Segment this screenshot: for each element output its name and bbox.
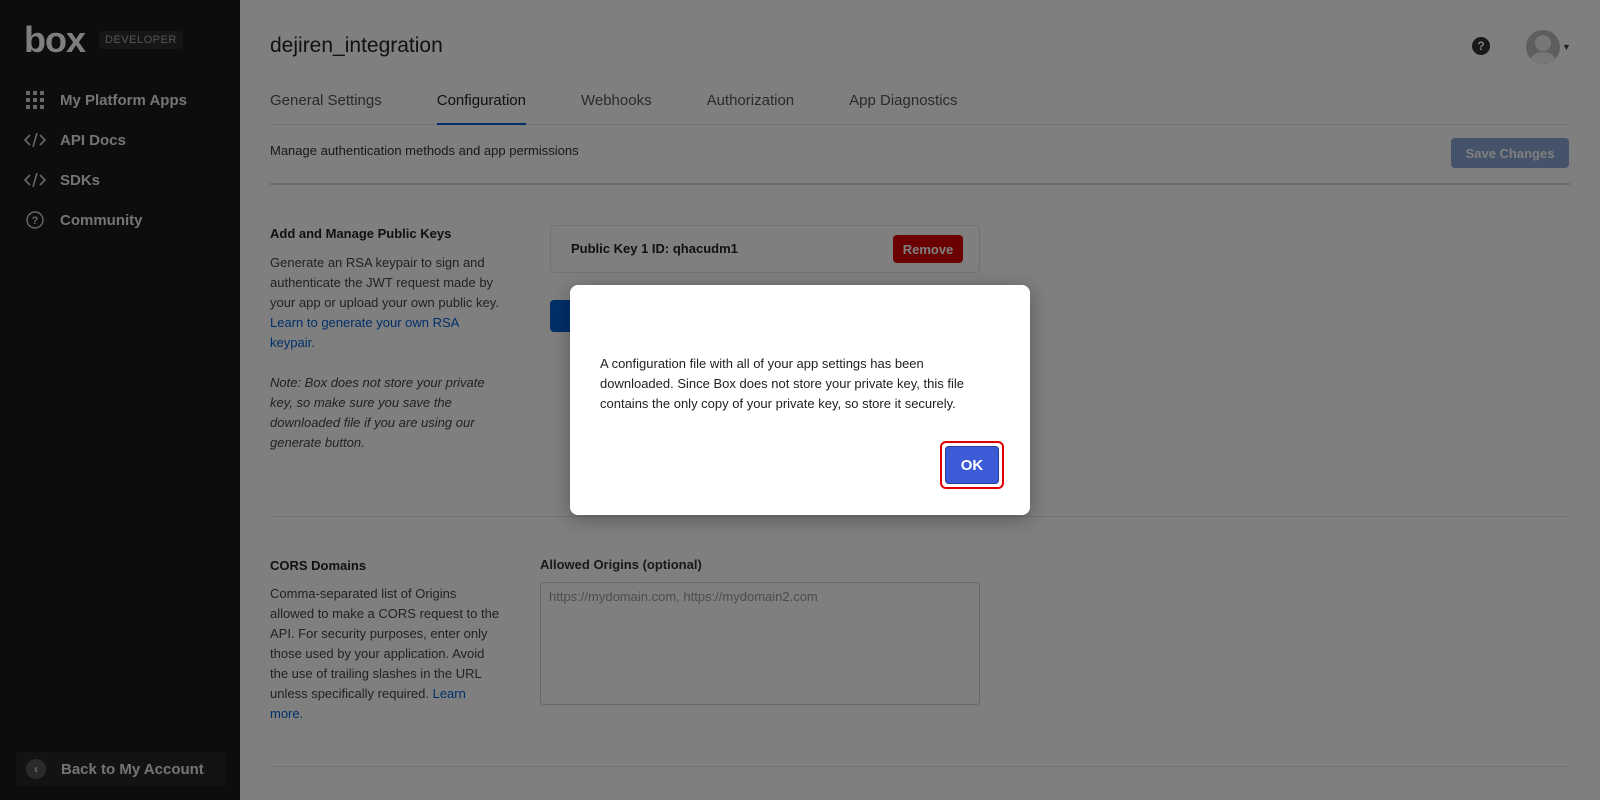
dialog-message: A configuration file with all of your ap… xyxy=(600,356,964,411)
config-download-dialog: A configuration file with all of your ap… xyxy=(570,285,1030,515)
ok-button[interactable]: OK xyxy=(945,446,999,484)
ok-button-highlight: OK xyxy=(940,441,1004,489)
